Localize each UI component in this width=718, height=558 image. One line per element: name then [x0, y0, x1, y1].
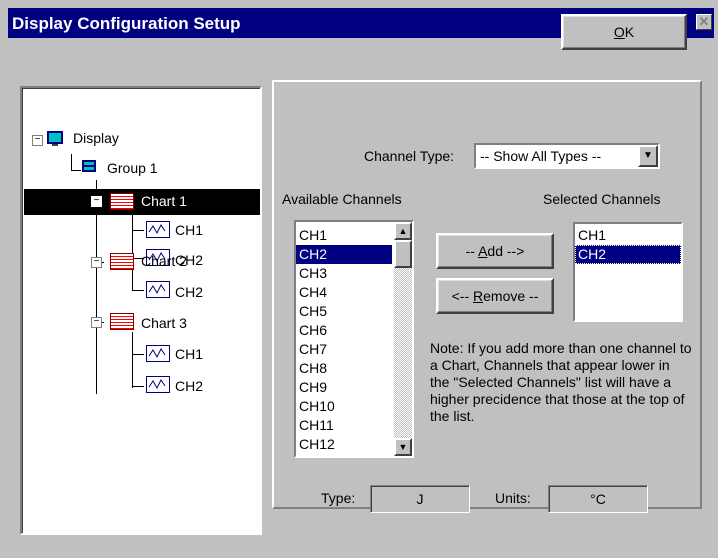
channel-type-value: -- Show All Types -- [480, 148, 602, 164]
available-channels-list[interactable]: CH1 CH2 CH3 CH4 CH5 CH6 CH7 CH8 CH9 CH10 CH11 CH12 … [294, 220, 414, 458]
units-label: Units: [495, 490, 531, 506]
tree-node-display[interactable]: Display [70, 130, 122, 146]
tree-line [132, 290, 144, 291]
list-item[interactable]: CH8 [296, 359, 392, 378]
units-field: °C [548, 485, 648, 513]
scroll-down-icon[interactable]: ▼ [394, 438, 412, 456]
type-field: J [370, 485, 470, 513]
tree-line [132, 230, 144, 231]
channel-icon [146, 345, 170, 362]
list-item[interactable]: CH12 [296, 435, 392, 454]
list-item[interactable]: CH10 [296, 397, 392, 416]
tree-node-channel[interactable]: CH1 [172, 222, 206, 238]
list-item[interactable]: CH4 [296, 283, 392, 302]
list-item[interactable]: CH6 [296, 321, 392, 340]
list-item[interactable]: CH2 [575, 245, 681, 264]
available-scrollbar[interactable]: ▲ ▼ [394, 222, 412, 456]
selected-items: CH1 CH2 [575, 226, 681, 264]
display-icon [47, 131, 63, 146]
list-item[interactable]: CH2 [296, 245, 392, 264]
available-items: CH1 CH2 CH3 CH4 CH5 CH6 CH7 CH8 CH9 CH10 CH11 CH12 [296, 226, 392, 454]
tree-line [71, 154, 72, 170]
selected-channels-label: Selected Channels [543, 191, 661, 207]
selected-channels-list[interactable]: CH1 CH2 [573, 222, 683, 322]
tree-node-group-1[interactable]: Group 1 [104, 160, 161, 176]
list-item[interactable]: CH3 [296, 264, 392, 283]
group-icon [82, 160, 96, 172]
tree-node-chart-1[interactable]: Chart 1 [138, 192, 190, 210]
available-channels-label: Available Channels [282, 191, 402, 207]
tree-line [132, 212, 133, 258]
tree-node-channel[interactable]: CH1 [172, 346, 206, 362]
ok-mnemonic: O [613, 24, 625, 40]
list-item[interactable]: CH9 [296, 378, 392, 397]
window-title: Display Configuration Setup [12, 14, 241, 33]
collapse-icon[interactable]: − [91, 196, 102, 207]
chart-icon [110, 253, 134, 270]
display-tree[interactable]: − Display Group 1 − Chart 1 CH1 CH2 − Ch… [20, 86, 262, 535]
tree-node-channel[interactable]: CH2 [172, 284, 206, 300]
tree-node-channel[interactable]: CH2 [172, 378, 206, 394]
tree-line [132, 332, 133, 388]
channel-type-label: Channel Type: [364, 148, 455, 164]
tree-line [132, 386, 144, 387]
chart-icon [110, 313, 134, 330]
tree-line [132, 270, 133, 290]
list-item[interactable]: CH7 [296, 340, 392, 359]
add-button[interactable]: -- Add --> [436, 233, 554, 269]
chevron-down-icon[interactable]: ▼ [638, 145, 658, 167]
scroll-thumb[interactable] [394, 240, 412, 268]
collapse-icon[interactable]: − [32, 135, 43, 146]
channel-icon [146, 281, 170, 298]
list-item[interactable]: CH1 [296, 226, 392, 245]
tree-node-chart-3[interactable]: Chart 3 [138, 315, 190, 331]
collapse-icon[interactable]: − [91, 317, 102, 328]
ok-button[interactable]: OK [561, 14, 687, 50]
note-text: Note: If you add more than one channel t… [430, 340, 692, 424]
list-item[interactable]: CH11 [296, 416, 392, 435]
type-label: Type: [321, 490, 356, 506]
collapse-icon[interactable]: − [91, 257, 102, 268]
tree-node-chart-2[interactable]: Chart 2 [138, 253, 190, 269]
list-item[interactable]: CH1 [575, 226, 681, 245]
list-item[interactable]: CH5 [296, 302, 392, 321]
channel-icon [146, 376, 170, 393]
channel-type-select[interactable]: -- Show All Types -- ▼ [474, 143, 660, 169]
tree-line [132, 354, 144, 355]
channel-icon [146, 221, 170, 238]
remove-button[interactable]: <-- Remove -- [436, 278, 554, 314]
close-icon[interactable]: ✕ [696, 14, 712, 30]
scroll-up-icon[interactable]: ▲ [394, 222, 412, 240]
chart-icon [110, 193, 134, 210]
